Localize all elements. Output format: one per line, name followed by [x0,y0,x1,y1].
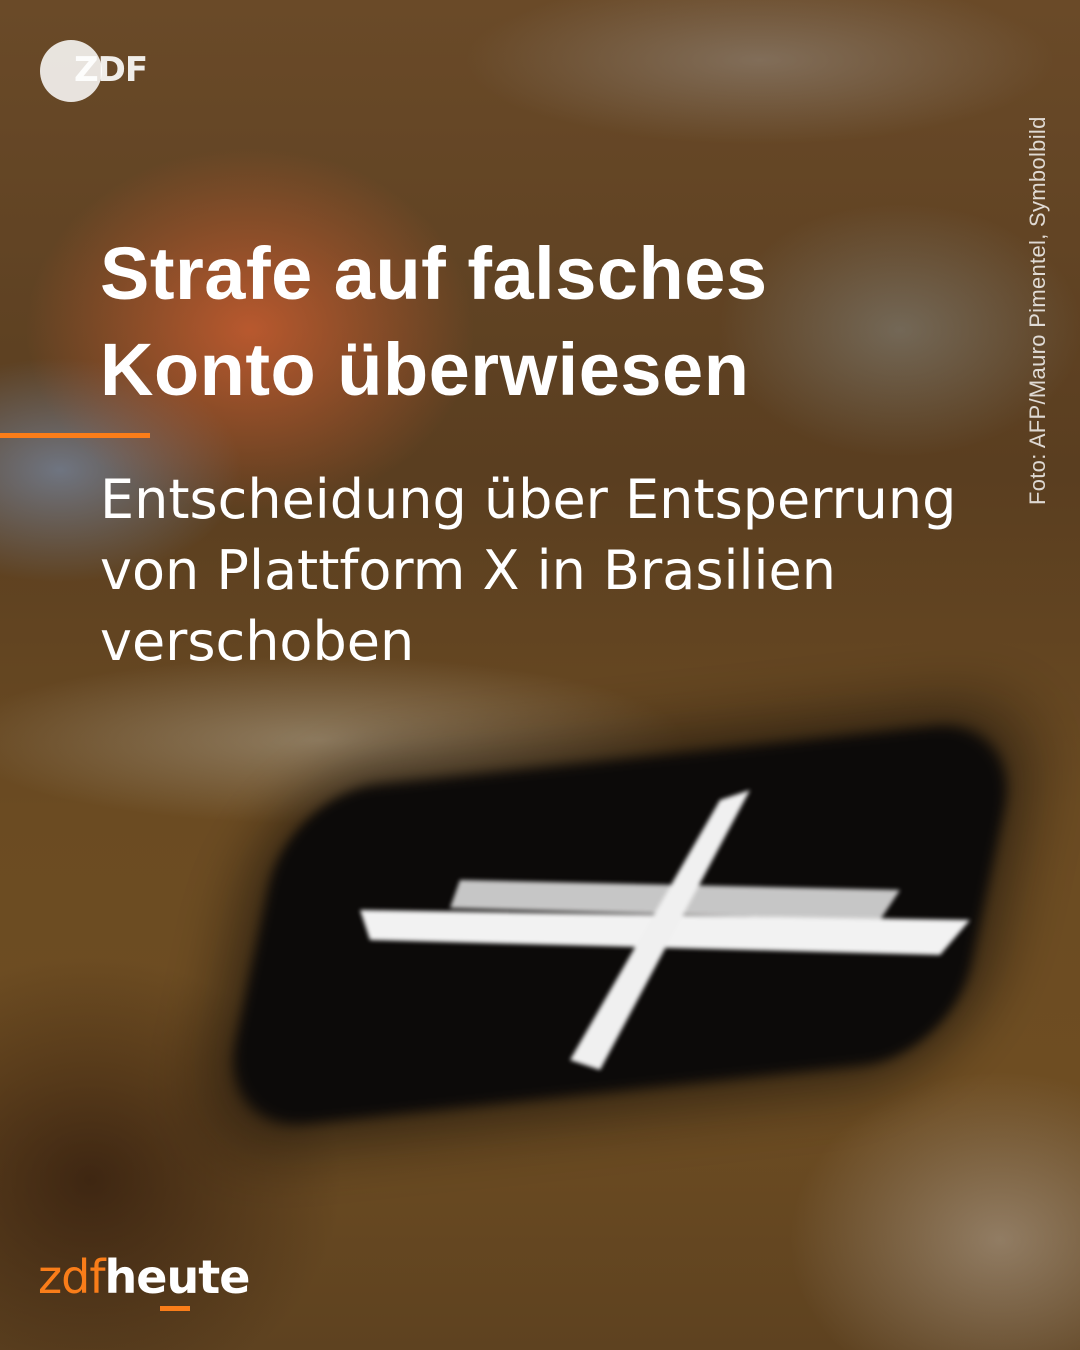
headline-line-1: Strafe auf falsches [100,232,768,315]
zdfheute-logo: zdfheute [38,1250,251,1311]
zdf-logo-text: ZDF [74,50,148,90]
headline: Strafe auf falsches Konto überwiesen [100,226,980,418]
brand-zdf: zdf [38,1250,106,1304]
accent-rule [0,433,150,438]
x-app-icon [360,790,970,1070]
news-card: ZDF Strafe auf falsches Konto überwiesen… [0,0,1080,1350]
subheadline: Entscheidung über Entsperrung von Plattf… [100,464,1000,677]
zdf-logo: ZDF [40,40,155,102]
brand-heute: heute [104,1250,251,1304]
subheadline-line-3: verschoben [100,610,415,673]
brand-underline [160,1306,190,1311]
headline-line-2: Konto überwiesen [100,328,750,411]
subheadline-line-1: Entscheidung über Entsperrung [100,468,957,531]
subheadline-line-2: von Plattform X in Brasilien [100,539,836,602]
photo-credit: Foto: AFP/Mauro Pimentel, Symbolbild [1025,116,1050,505]
